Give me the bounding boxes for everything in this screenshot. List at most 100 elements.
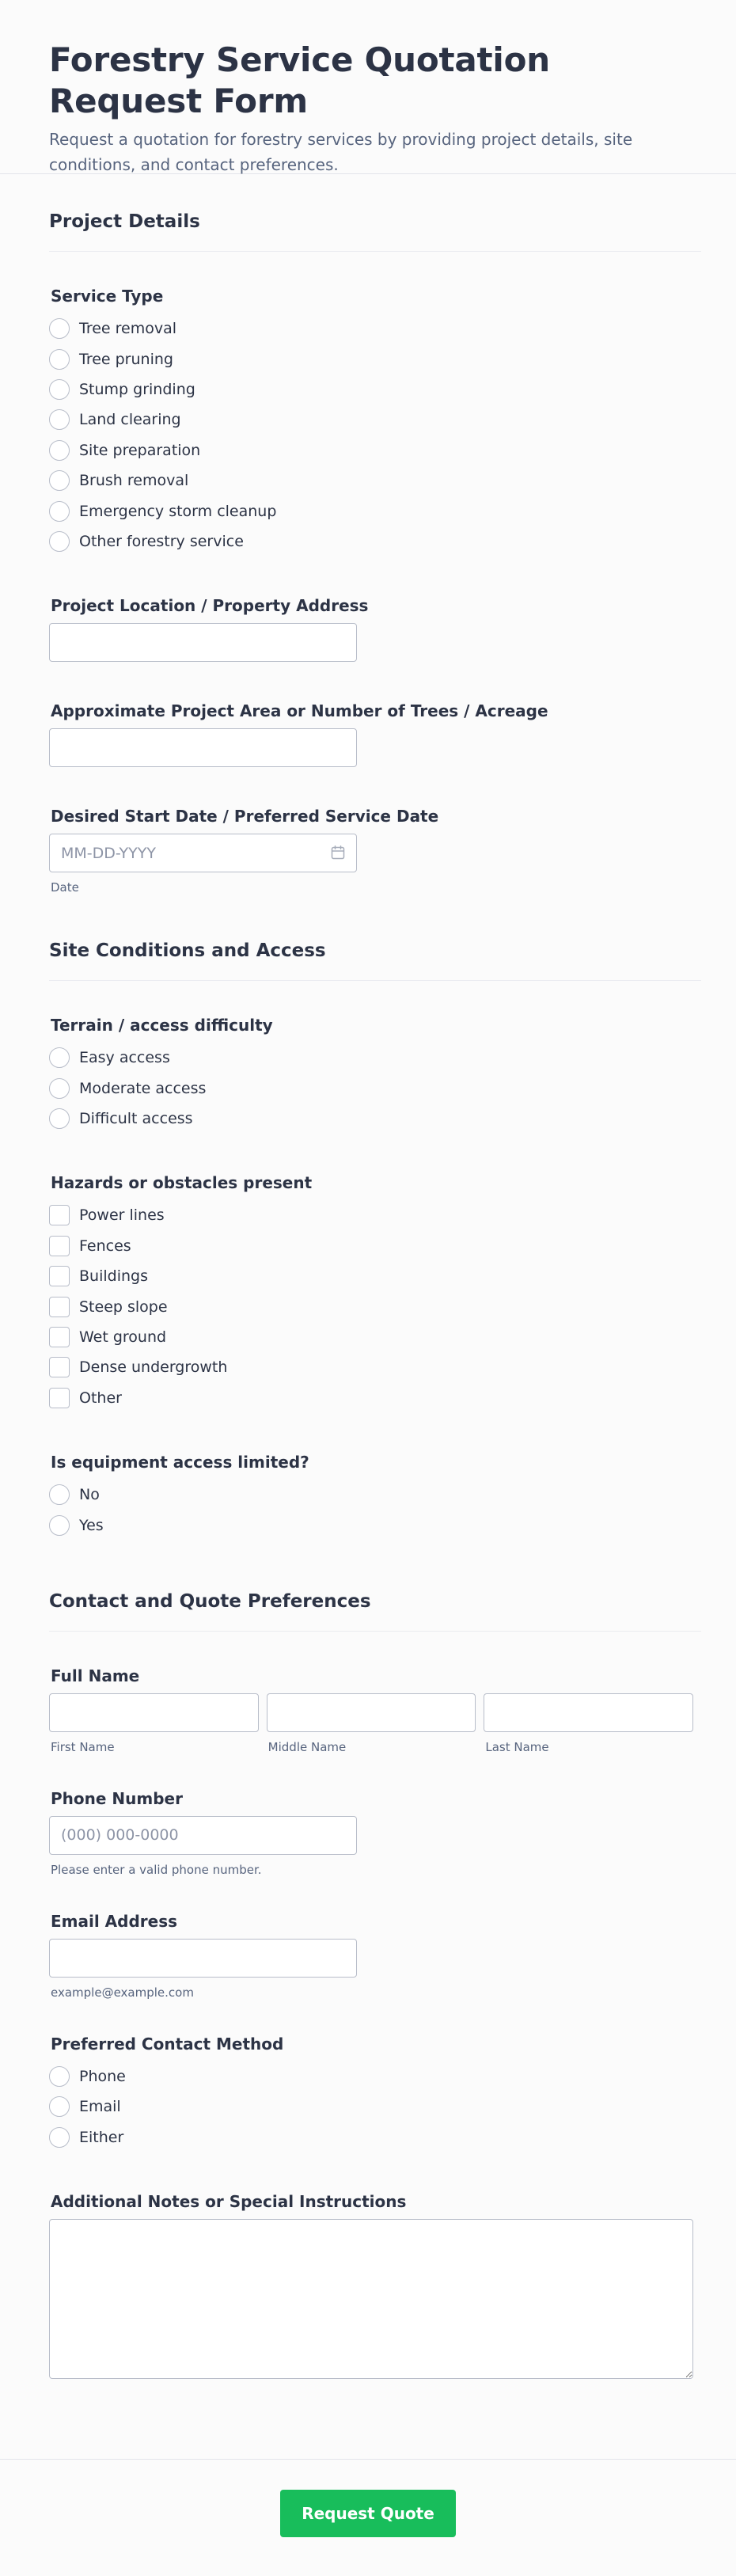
- hazard-option[interactable]: Fences: [49, 1231, 701, 1261]
- service-type-field: Service Type Tree removal Tree pruning S…: [49, 252, 701, 557]
- area-input[interactable]: [49, 728, 357, 768]
- terrain-option[interactable]: Difficult access: [49, 1104, 701, 1134]
- phone-input[interactable]: [49, 1815, 357, 1855]
- option-label: Tree removal: [79, 320, 177, 338]
- radio-button[interactable]: [49, 439, 70, 461]
- section-title-site: Site Conditions and Access: [49, 895, 701, 982]
- option-label: Wet ground: [79, 1328, 167, 1347]
- service-type-option[interactable]: Emergency storm cleanup: [49, 496, 701, 526]
- section-project-details: Project Details Service Type Tree remova…: [49, 174, 701, 895]
- section-site-conditions: Site Conditions and Access Terrain / acc…: [49, 895, 701, 1541]
- terrain-option[interactable]: Moderate access: [49, 1073, 701, 1104]
- radio-button[interactable]: [49, 2096, 70, 2118]
- radio-button[interactable]: [49, 1484, 70, 1506]
- checkbox[interactable]: [49, 1266, 70, 1287]
- start-date-input[interactable]: [49, 834, 357, 873]
- first-name-sublabel: First Name: [51, 1739, 115, 1754]
- radio-button[interactable]: [49, 348, 70, 370]
- terrain-option[interactable]: Easy access: [49, 1043, 701, 1073]
- checkbox[interactable]: [49, 1205, 70, 1226]
- service-type-option[interactable]: Tree removal: [49, 313, 701, 344]
- first-name-input[interactable]: [49, 1693, 259, 1732]
- phone-label: Phone Number: [51, 1788, 183, 1808]
- checkbox[interactable]: [49, 1387, 70, 1408]
- option-label: Brush removal: [79, 472, 189, 490]
- date-input-wrapper: [49, 834, 357, 873]
- equipment-option[interactable]: Yes: [49, 1510, 701, 1540]
- hazard-option[interactable]: Steep slope: [49, 1291, 701, 1321]
- start-date-label: Desired Start Date / Preferred Service D…: [51, 807, 439, 826]
- radio-button[interactable]: [49, 530, 70, 552]
- service-type-option[interactable]: Site preparation: [49, 435, 701, 465]
- checkbox[interactable]: [49, 1296, 70, 1317]
- terrain-label: Terrain / access difficulty: [51, 1016, 273, 1035]
- service-type-option[interactable]: Other forestry service: [49, 526, 701, 557]
- radio-button[interactable]: [49, 2126, 70, 2148]
- notes-field: Additional Notes or Special Instructions: [49, 2152, 701, 2379]
- notes-label: Additional Notes or Special Instructions: [51, 2191, 407, 2211]
- service-type-option[interactable]: Stump grinding: [49, 374, 701, 405]
- option-label: Site preparation: [79, 441, 201, 459]
- start-date-sublabel: Date: [51, 880, 79, 895]
- notes-textarea[interactable]: [49, 2218, 693, 2379]
- checkbox[interactable]: [49, 1327, 70, 1348]
- contact-method-option[interactable]: Phone: [49, 2061, 701, 2092]
- area-label: Approximate Project Area or Number of Tr…: [51, 701, 548, 721]
- option-label: Tree pruning: [79, 350, 173, 368]
- radio-button[interactable]: [49, 318, 70, 340]
- email-input[interactable]: [49, 1938, 357, 1978]
- equipment-option[interactable]: No: [49, 1480, 701, 1510]
- full-name-field: Full Name First Name Middle Name Last Na…: [49, 1632, 701, 1754]
- hazards-label: Hazards or obstacles present: [51, 1173, 313, 1193]
- last-name-input[interactable]: [484, 1693, 694, 1732]
- form-footer: Request Quote: [0, 2459, 736, 2576]
- location-input[interactable]: [49, 623, 357, 663]
- contact-method-field: Preferred Contact Method Phone Email Eit…: [49, 2000, 701, 2152]
- radio-button[interactable]: [49, 1514, 70, 1536]
- request-quote-button[interactable]: Request Quote: [280, 2490, 456, 2537]
- start-date-field: Desired Start Date / Preferred Service D…: [49, 767, 701, 895]
- hazard-option[interactable]: Wet ground: [49, 1322, 701, 1352]
- contact-method-option[interactable]: Either: [49, 2122, 701, 2152]
- checkbox[interactable]: [49, 1357, 70, 1378]
- hazard-option[interactable]: Buildings: [49, 1261, 701, 1291]
- hazard-option[interactable]: Power lines: [49, 1200, 701, 1230]
- checkbox[interactable]: [49, 1235, 70, 1256]
- radio-button[interactable]: [49, 470, 70, 492]
- radio-button[interactable]: [49, 1077, 70, 1099]
- location-field: Project Location / Property Address: [49, 557, 701, 663]
- radio-button[interactable]: [49, 409, 70, 431]
- calendar-icon[interactable]: [330, 845, 346, 861]
- email-label: Email Address: [51, 1911, 178, 1931]
- radio-button[interactable]: [49, 500, 70, 522]
- service-type-option[interactable]: Land clearing: [49, 405, 701, 435]
- option-label: Power lines: [79, 1206, 165, 1225]
- option-label: Emergency storm cleanup: [79, 502, 277, 520]
- equipment-field: Is equipment access limited? No Yes: [49, 1413, 701, 1541]
- section-title-project: Project Details: [49, 174, 701, 252]
- terrain-options: Easy access Moderate access Difficult ac…: [49, 1043, 701, 1134]
- service-type-option[interactable]: Brush removal: [49, 465, 701, 496]
- service-type-option[interactable]: Tree pruning: [49, 344, 701, 374]
- option-label: Easy access: [79, 1049, 170, 1067]
- hazard-option[interactable]: Dense undergrowth: [49, 1352, 701, 1382]
- contact-method-options: Phone Email Either: [49, 2061, 701, 2152]
- service-type-options: Tree removal Tree pruning Stump grinding…: [49, 313, 701, 557]
- option-label: Land clearing: [79, 411, 181, 429]
- radio-button[interactable]: [49, 378, 70, 400]
- option-label: Phone: [79, 2068, 126, 2085]
- contact-method-option[interactable]: Email: [49, 2092, 701, 2122]
- radio-button[interactable]: [49, 1047, 70, 1069]
- middle-name-input[interactable]: [266, 1693, 476, 1732]
- radio-button[interactable]: [49, 2066, 70, 2087]
- hazard-option[interactable]: Other: [49, 1383, 701, 1413]
- option-label: Stump grinding: [79, 380, 195, 398]
- form-header: Forestry Service Quotation Request Form …: [0, 0, 736, 174]
- radio-button[interactable]: [49, 1108, 70, 1130]
- option-label: Email: [79, 2098, 121, 2116]
- hazards-options: Power lines Fences Buildings Steep slope…: [49, 1200, 701, 1413]
- form-title: Forestry Service Quotation Request Form: [49, 40, 550, 120]
- equipment-options: No Yes: [49, 1480, 701, 1541]
- middle-name-sublabel: Middle Name: [267, 1739, 347, 1754]
- option-label: Fences: [79, 1237, 131, 1255]
